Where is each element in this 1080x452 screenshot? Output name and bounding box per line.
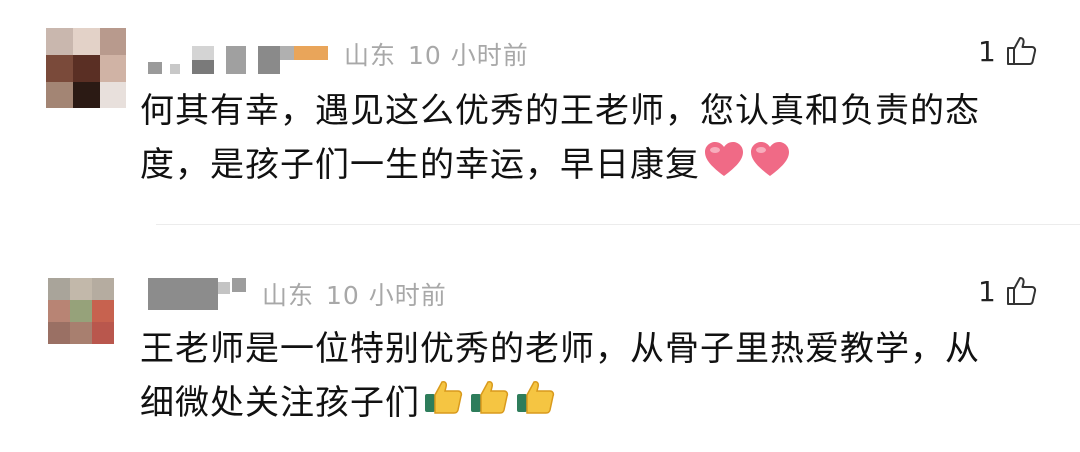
comment-text-line: 度，是孩子们一生的幸运，早日康复 bbox=[140, 138, 792, 195]
username-blurred[interactable] bbox=[148, 272, 246, 312]
comment-meta: 山东 10 小时前 bbox=[344, 36, 541, 72]
location-label: 山东 bbox=[344, 41, 397, 70]
comment-text: 细微处关注孩子们 bbox=[140, 383, 420, 423]
thumbs-up-outline-icon bbox=[1006, 277, 1036, 305]
like-count: 1 bbox=[978, 274, 996, 308]
avatar[interactable] bbox=[48, 278, 114, 344]
username-blurred[interactable] bbox=[148, 38, 328, 78]
thumbs-up-emoji bbox=[514, 377, 558, 433]
heart-emoji bbox=[702, 139, 746, 195]
avatar[interactable] bbox=[46, 28, 126, 108]
comment-text-line: 王老师是一位特别优秀的老师，从骨子里热爱教学，从 bbox=[140, 329, 980, 369]
like-button[interactable]: 1 bbox=[978, 274, 1038, 308]
thumbs-up-emoji bbox=[468, 377, 512, 433]
like-button[interactable]: 1 bbox=[978, 34, 1038, 68]
comment-text: 度，是孩子们一生的幸运，早日康复 bbox=[140, 145, 700, 185]
comment-divider bbox=[156, 224, 1080, 225]
like-count: 1 bbox=[978, 34, 996, 68]
comment-meta: 山东 10 小时前 bbox=[262, 276, 459, 312]
comment-text-line: 何其有幸，遇见这么优秀的王老师，您认真和负责的态 bbox=[140, 91, 980, 131]
heart-emoji bbox=[748, 139, 792, 195]
thumbs-up-emoji bbox=[422, 377, 466, 433]
location-label: 山东 bbox=[262, 281, 315, 310]
thumbs-up-outline-icon bbox=[1006, 37, 1036, 65]
timestamp: 10 小时前 bbox=[408, 41, 529, 70]
comment-text-line: 细微处关注孩子们 bbox=[140, 376, 558, 433]
timestamp: 10 小时前 bbox=[326, 281, 447, 310]
comment-item: 山东 10 小时前 1 何其有幸，遇见这么优秀的王老师，您认真和负责的态 度，是孩… bbox=[0, 0, 1080, 226]
comment-item: 山东 10 小时前 1 王老师是一位特别优秀的老师，从骨子里热爱教学，从 细微处关… bbox=[0, 226, 1080, 452]
